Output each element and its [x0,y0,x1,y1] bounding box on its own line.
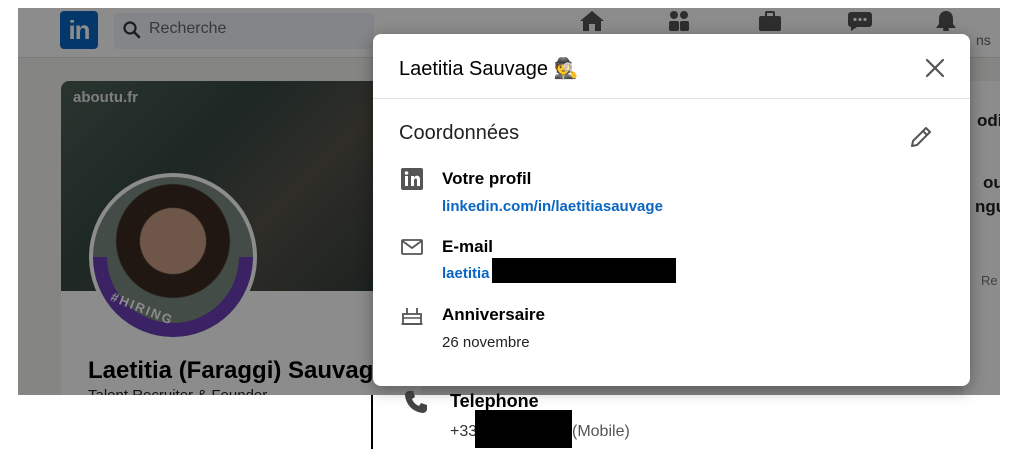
phone-icon [405,391,427,413]
phone-label: Telephone [450,391,539,411]
section-title: Coordonnées [399,122,520,144]
close-icon[interactable] [921,54,949,82]
linkedin-icon [401,168,423,190]
phone-prefix: +33 [450,423,478,440]
redaction-box [475,410,572,448]
redaction-box [492,258,676,283]
contact-info-dialog: Laetitia Sauvage 🕵 Coordonnées Votre pro… [373,34,970,386]
vertical-divider [371,395,373,449]
phone-type: (Mobile) [572,423,630,440]
dialog-title: Laetitia Sauvage 🕵 [399,58,579,80]
profile-label: Votre profil [442,169,532,188]
birthday-label: Anniversaire [442,305,545,324]
birthday-value: 26 novembre [442,334,530,351]
dialog-header: Laetitia Sauvage 🕵 [373,34,970,99]
email-link[interactable]: laetitia [442,265,490,282]
email-label: E-mail [442,237,494,256]
pencil-icon[interactable] [907,123,935,151]
birthday-cake-icon [401,308,423,325]
envelope-icon [401,239,423,255]
profile-link[interactable]: linkedin.com/in/laetitiasauvage [442,198,663,215]
